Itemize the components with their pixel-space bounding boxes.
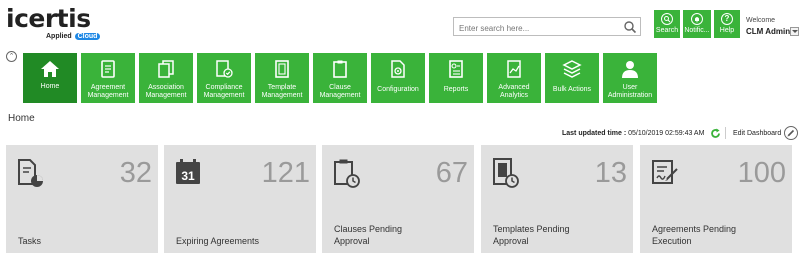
card-templates-pending-approval[interactable]: 13 Templates Pending Approval xyxy=(481,145,633,253)
nav-template-management[interactable]: Template Management xyxy=(255,53,309,103)
nav-association-management[interactable]: Association Management xyxy=(139,53,193,103)
user-icon xyxy=(622,61,638,78)
card-label: Tasks xyxy=(18,236,42,246)
nav-compliance-management[interactable]: Compliance Management xyxy=(197,53,251,103)
toolbar-divider xyxy=(725,127,726,139)
template-clock-icon xyxy=(493,158,519,188)
help-button-label: Help xyxy=(719,27,735,34)
card-label: Expiring Agreements xyxy=(176,236,260,246)
brand-logo[interactable]: icertis Applied Cloud xyxy=(6,4,101,40)
calendar-icon: 31 xyxy=(176,159,200,184)
card-label: Clauses Pending Approval xyxy=(334,224,403,246)
calendar-day: 31 xyxy=(181,169,195,183)
nav-bulk-actions[interactable]: Bulk Actions xyxy=(545,53,599,103)
nav-configuration[interactable]: Configuration xyxy=(371,53,425,103)
last-updated-time: Last updated time : 05/10/2019 02:59:43 … xyxy=(562,130,705,137)
page-title: Home xyxy=(8,113,35,124)
template-icon xyxy=(275,60,289,78)
signature-icon xyxy=(652,160,678,184)
association-icon xyxy=(158,60,174,78)
card-count: 100 xyxy=(737,157,786,189)
nav-agreement-management[interactable]: Agreement Management xyxy=(81,53,135,103)
card-agreements-pending-execution[interactable]: 100 Agreements Pending Execution xyxy=(640,145,792,253)
welcome-text: Welcome xyxy=(746,17,776,24)
edit-dashboard-link[interactable]: Edit Dashboard xyxy=(733,130,781,137)
clipboard-clock-icon xyxy=(334,159,360,188)
help-button[interactable]: ? Help xyxy=(714,10,740,38)
notifications-button-label: Notific... xyxy=(684,27,710,34)
notifications-button[interactable]: Notific... xyxy=(683,10,711,38)
user-name[interactable]: CLM Admin xyxy=(746,27,790,36)
card-expiring-agreements[interactable]: 31 121 Expiring Agreements xyxy=(164,145,316,253)
nav-clause-management[interactable]: Clause Management xyxy=(313,53,367,103)
nav-user-administration[interactable]: User Administration xyxy=(603,53,657,103)
clipboard-icon xyxy=(333,60,347,78)
card-count: 121 xyxy=(261,157,310,189)
card-count: 67 xyxy=(435,157,468,189)
bell-icon xyxy=(691,13,703,25)
pencil-icon[interactable] xyxy=(784,126,798,140)
collapse-nav-toggle[interactable]: ⌃ xyxy=(6,51,17,62)
search-button[interactable]: Search xyxy=(654,10,680,38)
search-button-label: Search xyxy=(655,27,679,34)
tasks-icon xyxy=(18,159,43,187)
brand-wordmark: icertis xyxy=(6,4,91,33)
nav-home-label: Home xyxy=(40,83,60,90)
compliance-icon xyxy=(216,60,233,78)
analytics-icon xyxy=(507,60,521,78)
agreement-icon xyxy=(101,60,115,78)
search-input[interactable] xyxy=(454,20,619,37)
home-icon xyxy=(41,61,59,77)
search-icon[interactable] xyxy=(623,20,637,34)
brand-tagline: Applied Cloud xyxy=(46,33,101,40)
search-icon xyxy=(661,13,673,25)
brand-cloud-badge: Cloud xyxy=(74,33,101,40)
card-count: 32 xyxy=(119,157,152,189)
reports-icon xyxy=(449,60,463,78)
card-tasks[interactable]: 32 Tasks xyxy=(6,145,158,253)
help-icon: ? xyxy=(721,13,733,25)
user-menu-dropdown[interactable] xyxy=(790,27,799,36)
nav-home[interactable]: Home xyxy=(23,53,77,103)
layers-icon xyxy=(562,60,582,78)
nav-reports[interactable]: Reports xyxy=(429,53,483,103)
card-label: Templates Pending Approval xyxy=(493,224,570,246)
nav-advanced-analytics[interactable]: Advanced Analytics xyxy=(487,53,541,103)
configuration-icon xyxy=(391,60,405,78)
card-clauses-pending-approval[interactable]: 67 Clauses Pending Approval xyxy=(322,145,474,253)
global-search xyxy=(453,17,641,37)
refresh-icon[interactable] xyxy=(710,128,721,139)
card-label: Agreements Pending Execution xyxy=(652,224,737,246)
card-count: 13 xyxy=(594,157,627,189)
